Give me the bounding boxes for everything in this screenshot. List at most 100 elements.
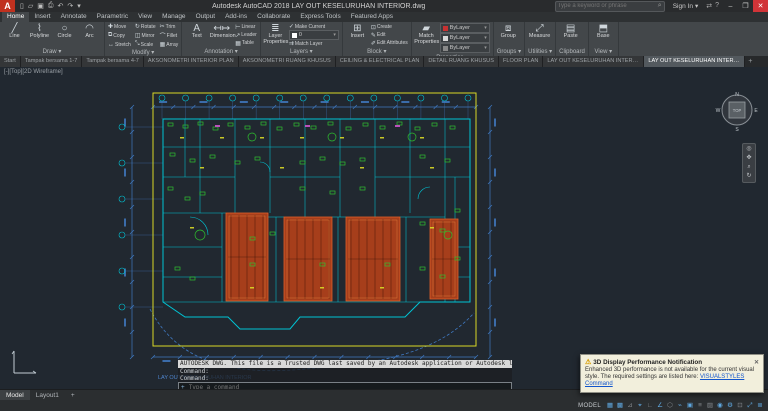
transparency-icon[interactable]: ▨: [705, 400, 715, 411]
pan-icon[interactable]: ✥: [746, 155, 751, 162]
annotation-monitor-icon[interactable]: ⊡: [735, 400, 745, 411]
make-current-button[interactable]: ✓ Make Current: [289, 23, 339, 31]
close-icon[interactable]: ✕: [754, 359, 759, 366]
group-button[interactable]: ⧈ Group: [497, 23, 520, 47]
ortho-mode-icon[interactable]: ∟: [645, 400, 655, 411]
leader-button[interactable]: ↗ Leader: [235, 32, 257, 39]
utilities-panel-label[interactable]: Utilities ▾: [525, 48, 555, 56]
isometric-drafting-icon[interactable]: ⬡: [665, 400, 675, 411]
viewcube-west-label[interactable]: W: [716, 108, 721, 114]
ribbon-tab-view[interactable]: View: [133, 12, 157, 22]
file-tab-floor-plan[interactable]: FLOOR PLAN: [498, 56, 544, 67]
viewcube[interactable]: N W E S TOP: [714, 87, 760, 133]
customization-icon[interactable]: ≣: [755, 400, 765, 411]
object-snap-icon[interactable]: ▣: [685, 400, 695, 411]
clean-screen-icon[interactable]: ⤢: [745, 400, 755, 411]
block-panel-label[interactable]: Block ▾: [343, 48, 411, 56]
annotation-visibility-icon[interactable]: ◉: [715, 400, 725, 411]
steering-wheel-icon[interactable]: ◎: [746, 146, 751, 153]
orbit-icon[interactable]: ↻: [746, 173, 751, 180]
dynamic-input-icon[interactable]: ⌖: [635, 400, 645, 411]
file-tab-lay-out-keseluruhan-interior[interactable]: LAY OUT KESELURUHAN INTERIOR: [644, 56, 746, 67]
model-space-label[interactable]: MODEL: [578, 403, 601, 409]
view-panel-label[interactable]: View ▾: [589, 48, 618, 56]
match-layer-button[interactable]: ⇉ Match Layer: [289, 40, 339, 48]
paste-button[interactable]: ▤ Paste: [559, 23, 582, 47]
application-menu-button[interactable]: A: [0, 0, 15, 12]
ribbon-tab-home[interactable]: Home: [2, 12, 30, 22]
file-tab-aksonometri-interior-plan[interactable]: AKSONOMETRI INTERIOR PLAN: [143, 56, 239, 67]
polyline-button[interactable]: ⌇ Polyline: [28, 23, 51, 47]
annotation-panel-label[interactable]: Annotation ▾: [182, 48, 260, 56]
viewcube-south-label[interactable]: S: [735, 127, 739, 133]
exchange-apps-icon[interactable]: ⇄: [706, 2, 712, 10]
ribbon-tab-insert[interactable]: Insert: [29, 12, 55, 22]
text-button[interactable]: A Text: [185, 23, 208, 47]
file-tab-tampak-bersama-1-7[interactable]: Tampak bersama 1-7: [20, 56, 83, 67]
dimension-button[interactable]: ↤↦ Dimension: [210, 23, 236, 47]
layer-select[interactable]: 0 ▾: [288, 30, 339, 40]
ribbon-tab-output[interactable]: Output: [191, 12, 221, 22]
new-drawing-tab-button[interactable]: +: [745, 57, 755, 67]
layers-panel-label[interactable]: Layers ▾: [261, 48, 342, 56]
workspace-dropdown-icon[interactable]: ▾: [75, 2, 83, 10]
grid-icon[interactable]: ▦: [605, 400, 615, 411]
bylayer-dropdown-2[interactable]: ByLayer ▾: [439, 33, 490, 43]
create-button[interactable]: ⊡ Create: [371, 24, 408, 31]
file-tab-lay-out-keseluruhan-interior-floor[interactable]: LAY OUT KESELURUHAN INTERIOR & FLOOR: [543, 56, 645, 67]
ribbon-tab-add-ins[interactable]: Add-ins: [220, 12, 252, 22]
new-file-icon[interactable]: ▯: [18, 2, 26, 10]
viewcube-top-label[interactable]: TOP: [733, 108, 742, 113]
ribbon-tab-manage[interactable]: Manage: [157, 12, 191, 22]
infer-constraints-icon[interactable]: ⊿: [625, 400, 635, 411]
minimize-button[interactable]: –: [723, 0, 738, 12]
ribbon-tab-annotate[interactable]: Annotate: [56, 12, 92, 22]
measure-button[interactable]: ⤢ Measure: [528, 23, 551, 47]
layer-properties-button[interactable]: ≣ Layer Properties: [263, 23, 288, 47]
workspace-gear-icon[interactable]: ⚙: [725, 400, 735, 411]
mirror-button[interactable]: ◫ Mirror: [135, 31, 156, 40]
command-input-row[interactable]: +: [178, 382, 512, 389]
help-icon[interactable]: ?: [715, 2, 719, 10]
copy-button[interactable]: ⧉ Copy: [108, 31, 131, 40]
viewcube-north-label[interactable]: N: [735, 92, 739, 98]
insert-block-button[interactable]: ⊞ Insert: [346, 23, 369, 47]
base-view-button[interactable]: ⬒ Base: [592, 23, 615, 47]
rotate-button[interactable]: ↻ Rotate: [135, 23, 156, 31]
command-window[interactable]: AUTODESK DWG. This file is a Trusted DWG…: [178, 360, 512, 389]
viewcube-east-label[interactable]: E: [754, 108, 758, 114]
file-tab-aksonometri-ruang-khusus[interactable]: AKSONOMETRI RUANG KHUSUS: [238, 56, 336, 67]
circle-button[interactable]: ○ Circle: [53, 23, 76, 47]
groups-panel-label[interactable]: Groups ▾: [494, 48, 524, 56]
edit-button[interactable]: ✎ Edit: [371, 32, 408, 39]
search-icon[interactable]: ⌕: [658, 2, 664, 10]
ribbon-tab-collaborate[interactable]: Collaborate: [252, 12, 295, 22]
file-tab-detail-ruang-khusus[interactable]: DETAIL RUANG KHUSUS: [424, 56, 499, 67]
bylayer-dropdown-1[interactable]: ByLayer ▾: [439, 23, 490, 33]
table-button[interactable]: ▦ Table: [235, 40, 257, 47]
match-properties-button[interactable]: ▰ Match Properties: [414, 23, 439, 53]
plot-icon[interactable]: ⎙: [46, 2, 56, 10]
scale-button[interactable]: ⤡ Scale: [135, 41, 156, 48]
bylayer-dropdown-3[interactable]: ByLayer ▾: [439, 43, 490, 53]
file-tab-tampak-bersama-4-7[interactable]: Tampak bersama 4-7: [82, 56, 144, 67]
file-tab-ceiling-electrical-plan[interactable]: CEILING & ELECTRICAL PLAN: [335, 56, 425, 67]
help-search-box[interactable]: ⌕: [554, 0, 665, 12]
zoom-icon[interactable]: ⌕: [747, 164, 750, 171]
restore-button[interactable]: ❐: [738, 0, 753, 12]
ribbon-tab-express-tools[interactable]: Express Tools: [295, 12, 345, 22]
close-button[interactable]: ✕: [753, 0, 768, 12]
fillet-button[interactable]: ⌒ Fillet: [160, 31, 179, 41]
stretch-button[interactable]: ↔ Stretch: [108, 41, 131, 48]
open-file-icon[interactable]: ▱: [26, 2, 35, 10]
linear-button[interactable]: ⊢ Linear: [235, 24, 257, 31]
ribbon-tab-featured-apps[interactable]: Featured Apps: [346, 12, 398, 22]
search-input[interactable]: [555, 3, 658, 9]
object-snap-tracking-icon[interactable]: ⌁: [675, 400, 685, 411]
array-button[interactable]: ▦ Array: [160, 41, 179, 49]
line-button[interactable]: ╱ Line: [3, 23, 26, 47]
modify-panel-label[interactable]: Modify ▾: [105, 49, 181, 56]
arc-button[interactable]: ◠ Arc: [78, 23, 101, 47]
properties-panel-label[interactable]: Properties ▾: [412, 54, 493, 56]
move-button[interactable]: ✚ Move: [108, 23, 131, 31]
